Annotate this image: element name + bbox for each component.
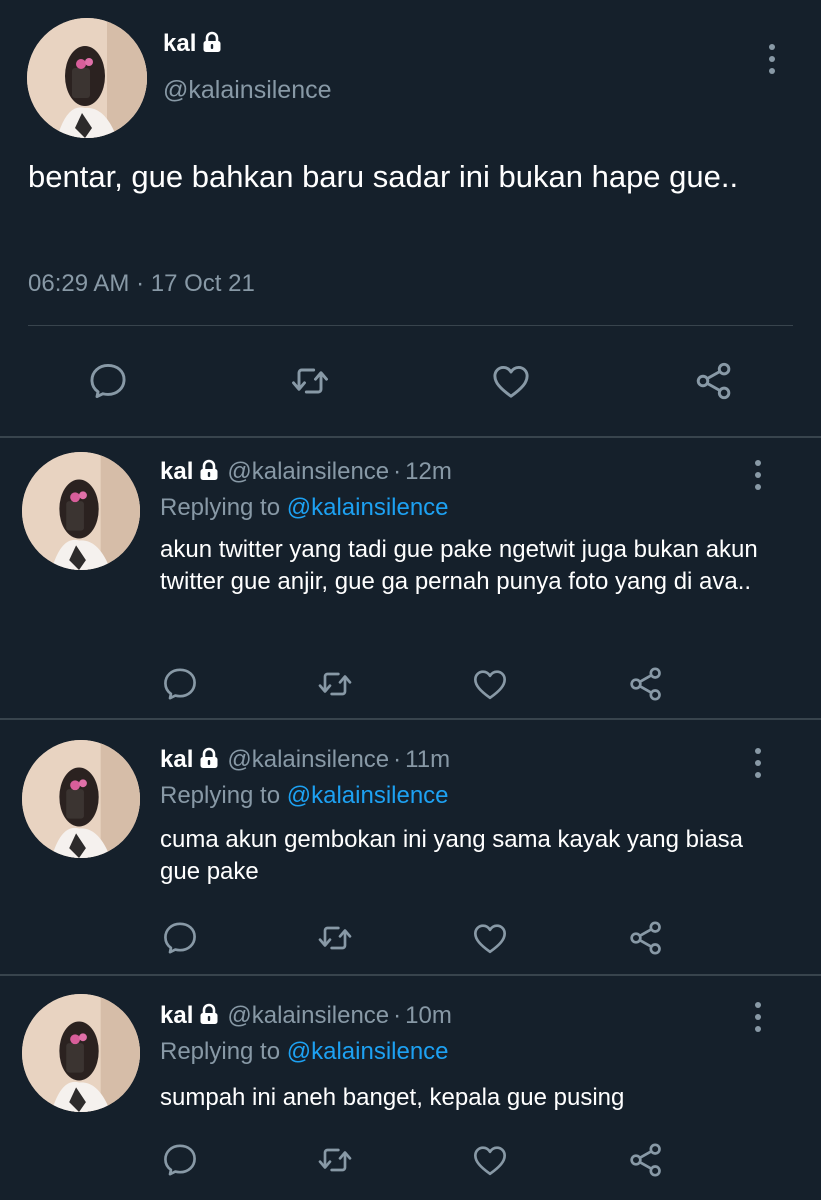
share-icon	[630, 1143, 661, 1177]
reply-button[interactable]	[84, 357, 132, 405]
replying-label: Replying to	[160, 494, 281, 521]
tweet-date: 17 Oct 21	[150, 270, 255, 297]
mention-link[interactable]: @kalainsilence	[287, 494, 449, 521]
retweet-icon	[318, 926, 352, 950]
share-icon	[630, 921, 661, 955]
share-button[interactable]	[624, 916, 668, 960]
avatar-photo	[22, 452, 140, 570]
retweet-button[interactable]	[313, 662, 357, 706]
retweet-button[interactable]	[313, 1138, 357, 1182]
user-handle[interactable]: @kalainsilence	[163, 76, 332, 105]
tweet-time-ago[interactable]: 10m	[405, 1002, 452, 1029]
tweet-text: cuma akun gembokan ini yang sama kayak y…	[160, 826, 744, 885]
replying-to: Replying to @kalainsilence	[160, 494, 449, 522]
divider	[28, 325, 793, 326]
lock-icon	[200, 459, 218, 480]
like-button[interactable]	[468, 1138, 512, 1182]
display-name[interactable]: kal	[160, 1002, 193, 1029]
reply-button[interactable]	[158, 1138, 202, 1182]
replying-label: Replying to	[160, 1038, 281, 1065]
tweet-time-ago[interactable]: 12m	[405, 458, 452, 485]
replying-to: Replying to @kalainsilence	[160, 782, 449, 810]
replying-label: Replying to	[160, 782, 281, 809]
share-button[interactable]	[624, 1138, 668, 1182]
divider	[0, 718, 821, 720]
share-button[interactable]	[690, 357, 738, 405]
avatar[interactable]	[22, 452, 140, 570]
more-options-icon[interactable]	[746, 1002, 770, 1032]
meta-separator: ·	[393, 746, 402, 773]
lock-icon	[200, 747, 218, 768]
display-name[interactable]: kal	[160, 458, 193, 485]
heart-icon	[493, 365, 529, 398]
user-handle[interactable]: @kalainsilence	[227, 1002, 389, 1029]
heart-icon	[474, 1146, 506, 1176]
tweet-thread: kal @kalainsilence bentar, gue bahkan ba…	[0, 0, 821, 1200]
avatar[interactable]	[22, 740, 140, 858]
divider	[0, 974, 821, 976]
tweet-time-ago[interactable]: 11m	[405, 746, 450, 773]
avatar[interactable]	[27, 18, 147, 138]
reply-tweet[interactable]: kal @kalainsilence · 10m Replying to @kala…	[0, 978, 821, 1200]
retweet-icon	[292, 368, 328, 394]
tweet-text: bentar, gue bahkan baru sadar ini bukan …	[28, 159, 739, 194]
share-button[interactable]	[624, 662, 668, 706]
tweet-text: akun twitter yang tadi gue pake ngetwit …	[160, 536, 758, 595]
tweet-timestamp[interactable]: 06:29 AM · 17 Oct 21	[28, 270, 255, 298]
reply-header: kal @kalainsilence · 12m	[160, 458, 452, 486]
display-name[interactable]: kal	[160, 746, 193, 773]
user-handle[interactable]: @kalainsilence	[227, 458, 389, 485]
user-handle[interactable]: @kalainsilence	[227, 746, 389, 773]
heart-icon	[474, 924, 506, 954]
avatar[interactable]	[22, 994, 140, 1112]
lock-icon	[203, 31, 221, 52]
mention-link[interactable]: @kalainsilence	[287, 1038, 449, 1065]
mention-link[interactable]: @kalainsilence	[287, 782, 449, 809]
tweet-time: 06:29 AM	[28, 270, 130, 297]
share-icon	[630, 667, 661, 701]
lock-icon	[200, 1003, 218, 1024]
heart-icon	[474, 670, 506, 700]
reply-icon	[164, 922, 196, 954]
avatar-photo	[22, 994, 140, 1112]
meta-separator: ·	[129, 270, 151, 297]
tweet-text: sumpah ini aneh banget, kepala gue pusin…	[160, 1084, 625, 1111]
retweet-icon	[318, 1148, 352, 1172]
replying-to: Replying to @kalainsilence	[160, 1038, 449, 1066]
display-name[interactable]: kal	[163, 30, 222, 58]
reply-header: kal @kalainsilence · 11m	[160, 746, 450, 774]
reply-icon	[164, 1144, 196, 1176]
avatar-photo	[27, 18, 147, 138]
retweet-button[interactable]	[286, 357, 334, 405]
reply-button[interactable]	[158, 916, 202, 960]
like-button[interactable]	[487, 357, 535, 405]
reply-tweet[interactable]: kal @kalainsilence · 12m Replying to @kala…	[0, 438, 821, 718]
retweet-button[interactable]	[313, 916, 357, 960]
avatar-photo	[22, 740, 140, 858]
more-options-icon[interactable]	[746, 748, 770, 778]
reply-button[interactable]	[158, 662, 202, 706]
reply-header: kal @kalainsilence · 10m	[160, 1002, 452, 1030]
reply-tweet[interactable]: kal @kalainsilence · 11m Replying to @kala…	[0, 722, 821, 972]
retweet-icon	[318, 672, 352, 696]
reply-icon	[90, 363, 126, 399]
meta-separator: ·	[393, 1002, 402, 1029]
like-button[interactable]	[468, 662, 512, 706]
meta-separator: ·	[393, 458, 402, 485]
like-button[interactable]	[468, 916, 512, 960]
more-options-icon[interactable]	[760, 44, 784, 74]
more-options-icon[interactable]	[746, 460, 770, 490]
share-icon	[696, 362, 731, 400]
reply-icon	[164, 668, 196, 700]
